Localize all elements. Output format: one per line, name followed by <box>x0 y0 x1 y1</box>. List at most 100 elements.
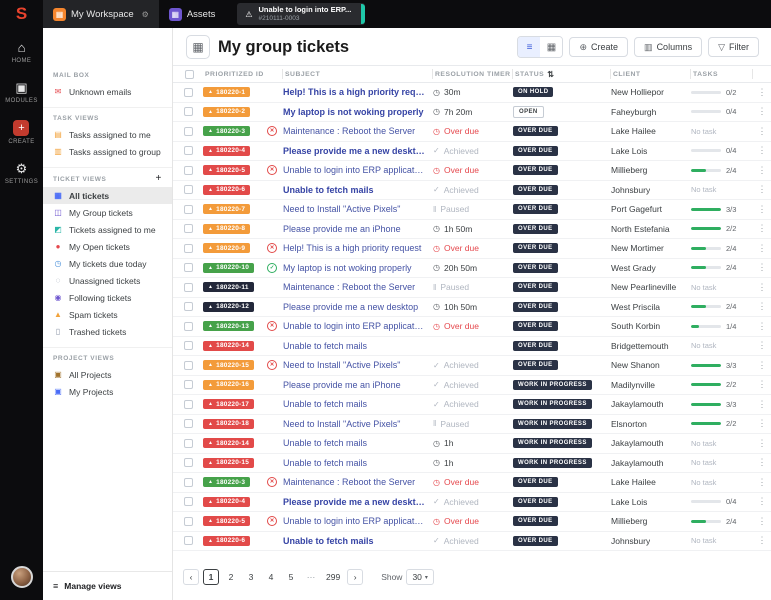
ticket-subject[interactable]: Maintenance : Reboot the Server <box>283 282 433 292</box>
ticket-id-badge[interactable]: ▲ 180220-15 <box>203 360 255 371</box>
rail-home[interactable]: ⌂ HOME <box>12 40 32 64</box>
ticket-id-badge[interactable]: ▲ 180220-11 <box>203 282 254 293</box>
column-header-subject[interactable]: SUBJECT <box>283 69 433 79</box>
sidebar-item[interactable]: ▲ Spam tickets <box>43 306 172 323</box>
row-menu-button[interactable]: ⋮ <box>753 454 771 473</box>
row-checkbox[interactable] <box>183 165 193 175</box>
notification-chip[interactable]: ⚠ Unable to login into ERP... #210111-00… <box>237 3 366 25</box>
row-menu-button[interactable]: ⋮ <box>753 512 771 531</box>
ticket-id-badge[interactable]: ▲ 180220-5 <box>203 165 251 176</box>
row-menu-button[interactable]: ⋮ <box>753 278 771 297</box>
sidebar-item[interactable]: ▣ My Projects <box>43 383 172 400</box>
row-checkbox[interactable] <box>183 107 193 117</box>
ticket-id-badge[interactable]: ▲ 180220-6 <box>203 184 251 195</box>
ticket-subject[interactable]: Please provide me an iPhone <box>283 224 433 234</box>
sidebar-item[interactable]: ▯ Trashed tickets <box>43 323 172 340</box>
table-row[interactable]: ▲ 180220-8 Please provide me an iPhone ◷ 1h … <box>173 220 771 239</box>
row-checkbox[interactable] <box>183 360 193 370</box>
page-button[interactable]: 2 <box>223 569 239 585</box>
table-row[interactable]: ▲ 180220-10 ✓ My laptop is not woking prope… <box>173 259 771 278</box>
row-menu-button[interactable]: ⋮ <box>753 142 771 161</box>
filter-button[interactable]: ▽ Filter <box>708 37 759 57</box>
prev-page-button[interactable]: ‹ <box>183 569 199 585</box>
table-row[interactable]: ▲ 180220-6 Unable to fetch mails ✓ Achieved O… <box>173 532 771 551</box>
table-row[interactable]: ▲ 180220-4 Please provide me a new desktop… <box>173 142 771 161</box>
sidebar-item[interactable]: ◷ My tickets due today <box>43 255 172 272</box>
table-row[interactable]: ▲ 180220-5 ✕ Unable to login into ERP appli… <box>173 512 771 532</box>
tab-assets[interactable]: ▦ Assets <box>159 0 226 28</box>
sidebar-item[interactable]: ▤ Tasks assigned to me <box>43 126 172 143</box>
row-checkbox[interactable] <box>183 399 193 409</box>
row-menu-button[interactable]: ⋮ <box>753 122 771 141</box>
row-menu-button[interactable]: ⋮ <box>753 259 771 278</box>
list-view-button[interactable]: ≡ <box>518 37 541 57</box>
ticket-subject[interactable]: Maintenance : Reboot the Server <box>283 126 433 136</box>
row-menu-button[interactable]: ⋮ <box>753 317 771 336</box>
page-button[interactable]: 299 <box>323 569 343 585</box>
table-row[interactable]: ▲ 180220-7 Need to Install "Active Pixels"… <box>173 200 771 220</box>
row-checkbox[interactable] <box>183 243 193 253</box>
page-size-select[interactable]: 30 ▾ <box>406 569 434 585</box>
columns-button[interactable]: ▥ Columns <box>634 37 703 57</box>
row-checkbox[interactable] <box>183 458 193 468</box>
row-checkbox[interactable] <box>183 516 193 526</box>
ticket-subject[interactable]: Please provide me a new desktop <box>283 302 433 312</box>
row-checkbox[interactable] <box>183 224 193 234</box>
user-avatar[interactable] <box>10 566 33 588</box>
ticket-subject[interactable]: Unable to fetch mails <box>283 458 433 468</box>
row-menu-button[interactable]: ⋮ <box>753 220 771 239</box>
column-header-status[interactable]: STATUS ⇅ <box>513 69 611 79</box>
row-menu-button[interactable]: ⋮ <box>753 376 771 395</box>
ticket-subject[interactable]: Need to Install "Active Pixels" <box>283 360 433 370</box>
ticket-id-badge[interactable]: ▲ 180220-10 <box>203 262 255 273</box>
ticket-subject[interactable]: Unable to login into ERP application <box>283 165 433 175</box>
row-menu-button[interactable]: ⋮ <box>753 161 771 180</box>
page-button[interactable]: 5 <box>283 569 299 585</box>
row-menu-button[interactable]: ⋮ <box>753 200 771 219</box>
sidebar-item[interactable]: ▣ All Projects <box>43 366 172 383</box>
table-row[interactable]: ▲ 180220-9 ✕ Help! This is a high priority … <box>173 239 771 259</box>
column-header-prioritized-id[interactable]: PRIORITIZED ID <box>203 69 283 79</box>
ticket-id-badge[interactable]: ▲ 180220-1 <box>203 87 251 98</box>
ticket-id-badge[interactable]: ▲ 180220-12 <box>203 301 255 312</box>
row-checkbox[interactable] <box>183 380 193 390</box>
ticket-id-badge[interactable]: ▲ 180220-3 <box>203 477 251 488</box>
row-checkbox[interactable] <box>183 497 193 507</box>
sidebar-item[interactable]: ◌ Unassigned tickets <box>43 272 172 289</box>
ticket-subject[interactable]: Unable to fetch mails <box>283 438 433 448</box>
row-checkbox[interactable] <box>183 146 193 156</box>
ticket-subject[interactable]: Unable to login into ERP application <box>283 516 433 526</box>
row-checkbox[interactable] <box>183 438 193 448</box>
row-checkbox[interactable] <box>183 302 193 312</box>
row-menu-button[interactable]: ⋮ <box>753 395 771 414</box>
row-checkbox[interactable] <box>183 536 193 546</box>
ticket-subject[interactable]: Please provide me a new desktop <box>283 497 433 507</box>
table-row[interactable]: ▲ 180220-16 Please provide me an iPhone ✓ Ac… <box>173 376 771 395</box>
workspace-settings-icon[interactable]: ⚙ <box>142 10 149 19</box>
table-row[interactable]: ▲ 180220-13 ✕ Unable to login into ERP appl… <box>173 317 771 337</box>
table-row[interactable]: ▲ 180220-14 Unable to fetch mails ◷ 1h WORK I… <box>173 434 771 454</box>
sidebar-item[interactable]: ✉ Unknown emails <box>43 83 172 100</box>
manage-views-button[interactable]: ≡ Manage views <box>43 571 172 600</box>
column-header-client[interactable]: CLIENT <box>611 69 691 79</box>
table-row[interactable]: ▲ 180220-18 Need to Install "Active Pixels… <box>173 415 771 434</box>
ticket-id-badge[interactable]: ▲ 180220-7 <box>203 204 251 215</box>
table-row[interactable]: ▲ 180220-3 ✕ Maintenance : Reboot the Serve… <box>173 122 771 142</box>
app-logo[interactable]: S <box>0 0 43 28</box>
ticket-subject[interactable]: Help! This is a high priority request <box>283 87 433 97</box>
ticket-subject[interactable]: Help! This is a high priority request <box>283 243 433 253</box>
page-button[interactable]: 3 <box>243 569 259 585</box>
ticket-subject[interactable]: Unable to fetch mails <box>283 399 433 409</box>
row-checkbox[interactable] <box>183 204 193 214</box>
sidebar-item[interactable]: ▦ All tickets <box>43 187 172 204</box>
row-menu-button[interactable]: ⋮ <box>753 356 771 375</box>
column-header-tasks[interactable]: TASKS <box>691 69 753 79</box>
ticket-subject[interactable]: Unable to fetch mails <box>283 536 433 546</box>
ticket-subject[interactable]: Unable to fetch mails <box>283 341 433 351</box>
table-row[interactable]: ▲ 180220-11 Maintenance : Reboot the Serve… <box>173 278 771 298</box>
ticket-id-badge[interactable]: ▲ 180220-4 <box>203 496 251 507</box>
rail-settings[interactable]: ⚙ SETTINGS <box>5 161 38 185</box>
page-button[interactable]: 4 <box>263 569 279 585</box>
add-view-button[interactable]: + <box>156 174 162 184</box>
table-row[interactable]: ▲ 180220-1 Help! This is a high priority r… <box>173 83 771 103</box>
